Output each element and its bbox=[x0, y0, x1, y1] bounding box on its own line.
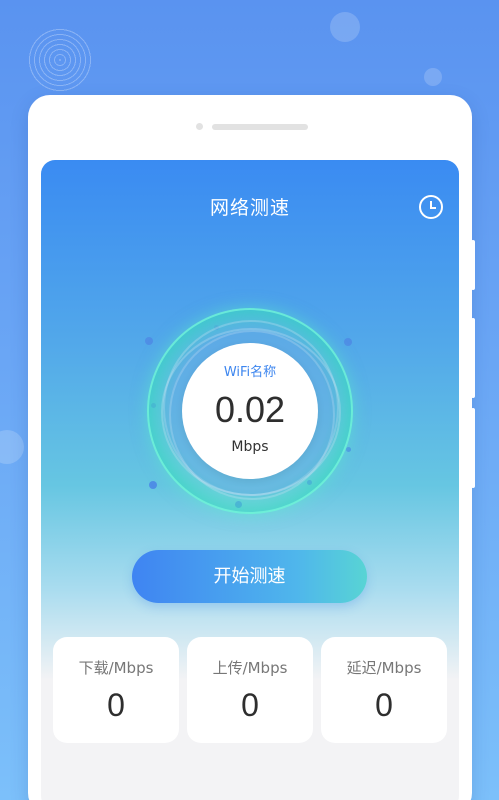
phone-side-button bbox=[471, 318, 475, 398]
clock-icon[interactable] bbox=[419, 195, 443, 219]
speed-value: 0.02 bbox=[214, 389, 286, 430]
app-screen: 网络测速 WiFi名称 0.02 Mbps 开始测速 下载/Mbps 0 上传/… bbox=[41, 160, 459, 800]
phone-side-button bbox=[471, 408, 475, 488]
upload-label: 上传/Mbps bbox=[212, 659, 288, 677]
wifi-name-label: WiFi名称 bbox=[223, 365, 277, 380]
decorative-rings bbox=[28, 28, 92, 92]
download-label: 下载/Mbps bbox=[78, 659, 154, 677]
phone-camera bbox=[196, 123, 203, 130]
gauge-center: WiFi名称 0.02 Mbps bbox=[182, 343, 318, 479]
decorative-bubble bbox=[424, 68, 442, 86]
speed-unit: Mbps bbox=[231, 439, 269, 455]
phone-side-button bbox=[471, 240, 475, 290]
decorative-bubble bbox=[0, 430, 24, 464]
decorative-bubble bbox=[330, 12, 360, 42]
upload-card: 上传/Mbps 0 bbox=[187, 637, 313, 743]
download-card: 下载/Mbps 0 bbox=[53, 637, 179, 743]
download-value: 0 bbox=[107, 687, 125, 723]
upload-value: 0 bbox=[241, 687, 259, 723]
page-title: 网络测速 bbox=[209, 197, 290, 219]
latency-card: 延迟/Mbps 0 bbox=[321, 637, 447, 743]
speed-gauge: WiFi名称 0.02 Mbps bbox=[147, 308, 353, 514]
start-test-button[interactable]: 开始测速 bbox=[132, 550, 367, 603]
phone-speaker bbox=[212, 124, 308, 130]
latency-value: 0 bbox=[375, 687, 393, 723]
latency-label: 延迟/Mbps bbox=[346, 659, 422, 677]
